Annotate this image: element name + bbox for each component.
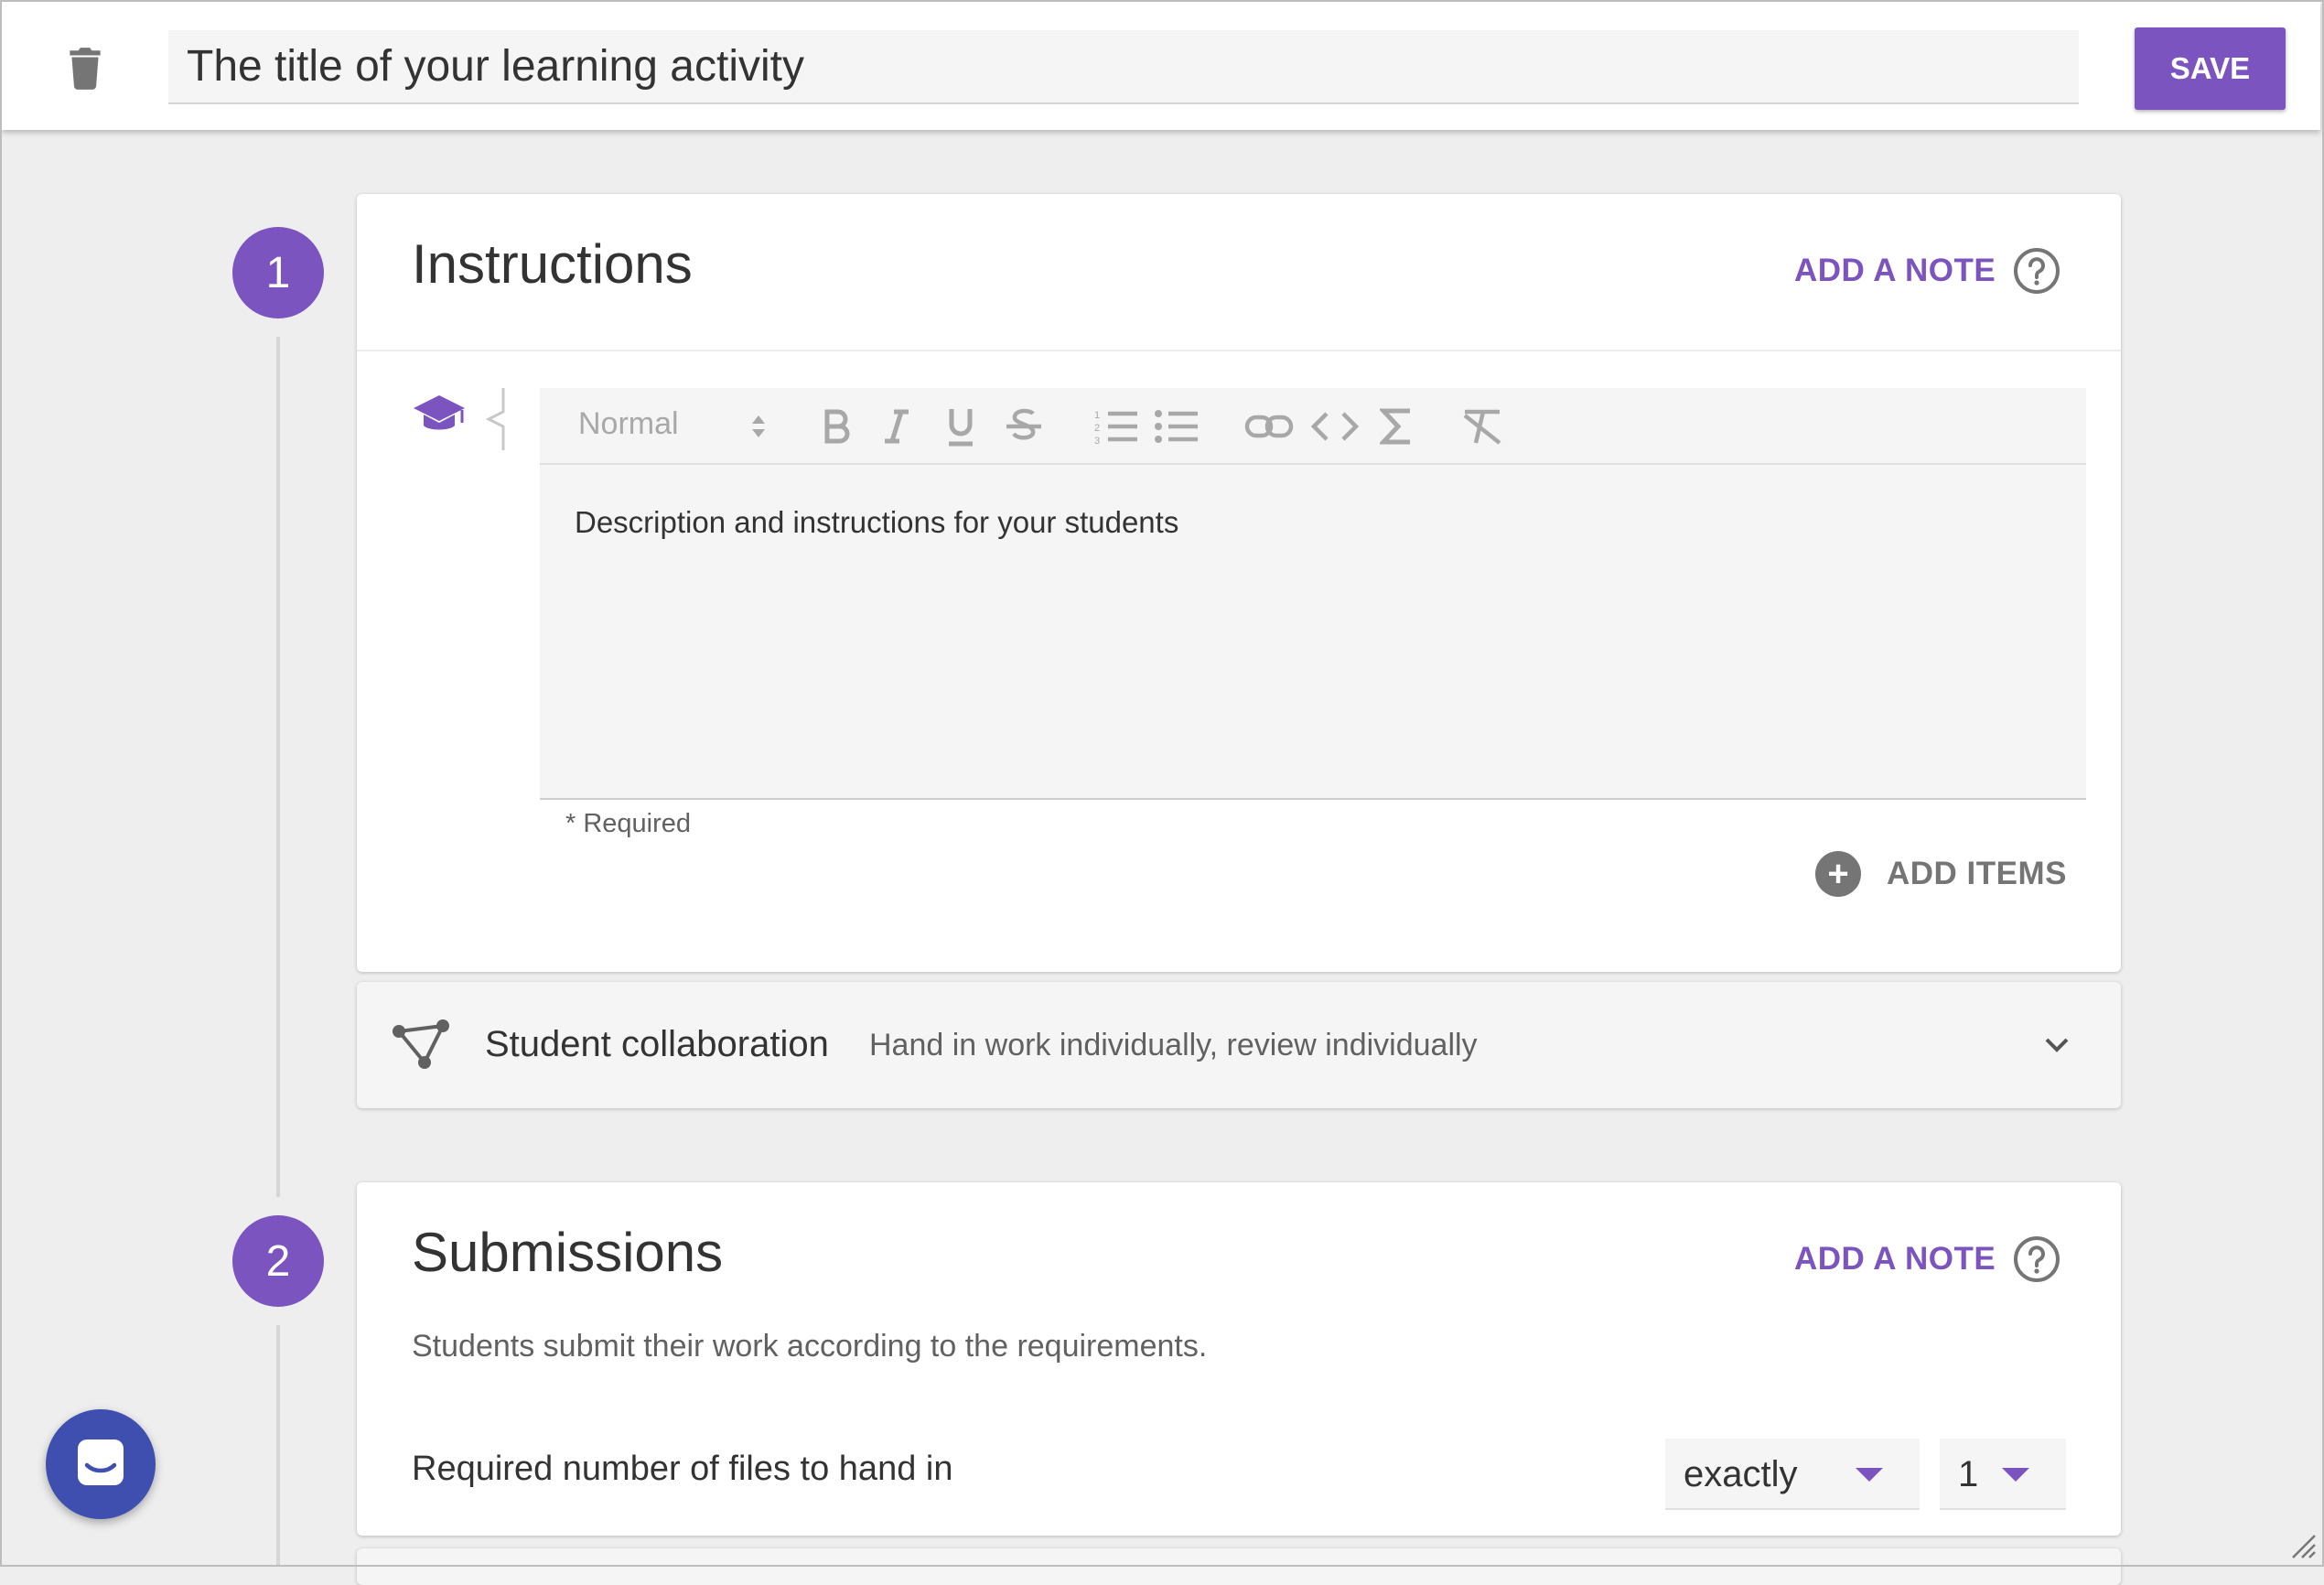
bracket-decoration [485,386,505,452]
clear-formatting-icon[interactable] [1458,404,1506,448]
step-1-timeline [276,337,280,1197]
submissions-card: Submissions ADD A NOTE Students submit t… [357,1182,2121,1536]
graduation-cap-icon [412,392,467,437]
required-hint: * Required [565,809,692,838]
step-2-badge: 2 [232,1215,324,1307]
dropdown-arrow-icon [2002,1468,2029,1482]
editor-content[interactable]: Description and instructions for your st… [575,505,1178,540]
add-items-label: ADD ITEMS [1887,856,2067,891]
bold-icon[interactable] [814,404,858,448]
student-collaboration-panel[interactable]: Student collaboration Hand in work indiv… [357,982,2121,1108]
svg-text:3: 3 [1094,436,1100,447]
svg-text:1: 1 [1094,410,1100,421]
quantifier-select[interactable]: exactly [1665,1439,1920,1510]
chevron-down-icon[interactable] [2042,1030,2071,1059]
bullet-list-icon[interactable] [1153,404,1200,448]
italic-icon[interactable] [875,404,919,448]
files-required-label: Required number of files to hand in [412,1450,953,1488]
underline-icon[interactable] [939,404,983,448]
top-bar: SAVE [2,2,2320,130]
next-card-edge [357,1548,2121,1585]
trash-icon[interactable] [62,44,108,92]
instructions-title: Instructions [412,233,693,295]
collaboration-description: Hand in work individually, review indivi… [869,1028,1478,1062]
help-circle-icon[interactable] [2013,1235,2060,1283]
editor-toolbar: Normal 1 2 3 [540,388,2086,465]
file-count-select[interactable]: 1 [1940,1439,2066,1510]
step-number: 2 [265,1236,291,1286]
submissions-title: Submissions [412,1222,724,1283]
strikethrough-icon[interactable] [1001,404,1047,448]
network-icon [392,1019,450,1072]
rich-text-editor[interactable]: Normal 1 2 3 Description and instructions … [540,388,2086,800]
step-number: 1 [265,248,291,297]
add-note-button[interactable]: ADD A NOTE [1794,253,1996,289]
editor-underline [540,798,2086,800]
save-button[interactable]: SAVE [2135,27,2286,110]
add-note-button[interactable]: ADD A NOTE [1794,1241,1996,1278]
file-count-value: 1 [1958,1454,1979,1494]
svg-text:2: 2 [1094,423,1100,434]
instructions-card: Instructions ADD A NOTE Normal 1 2 3 Des… [357,194,2121,972]
chat-icon [74,1436,127,1493]
add-items-button[interactable]: + ADD ITEMS [1815,851,2067,897]
resize-grip-icon[interactable] [2289,1532,2317,1559]
dropdown-arrow-icon [1856,1468,1883,1482]
help-circle-icon[interactable] [2013,247,2060,295]
activity-title-input[interactable] [168,30,2079,104]
formula-sigma-icon[interactable] [1376,404,1416,448]
link-icon[interactable] [1244,404,1294,448]
card-divider [357,350,2121,351]
sort-arrows-icon[interactable] [750,414,767,439]
step-2-timeline [276,1325,280,1567]
submissions-description: Students submit their work according to … [412,1329,1208,1364]
format-select[interactable]: Normal [578,406,679,442]
add-circle-icon: + [1815,851,1861,897]
quantifier-value: exactly [1684,1454,1798,1494]
ordered-list-icon[interactable]: 1 2 3 [1092,404,1140,448]
chat-launcher-button[interactable] [46,1409,156,1519]
code-icon[interactable] [1310,404,1360,448]
step-1-badge: 1 [232,227,324,318]
collaboration-title: Student collaboration [485,1024,829,1064]
